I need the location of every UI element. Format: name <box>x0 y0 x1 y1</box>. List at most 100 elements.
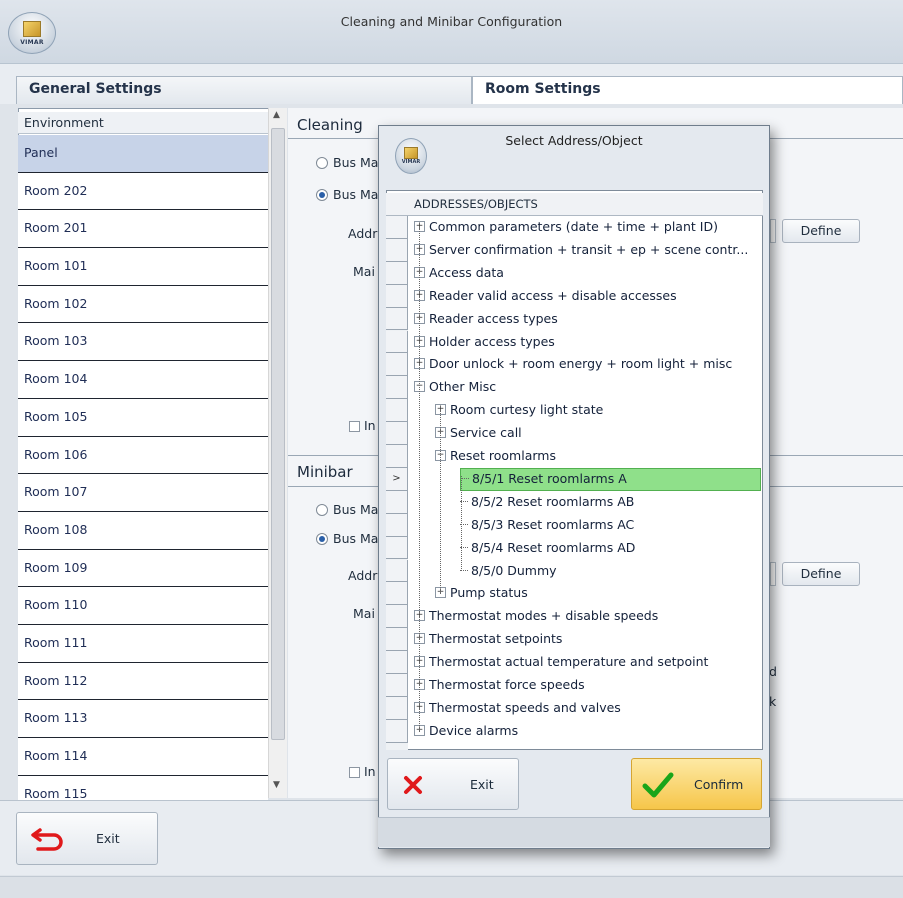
cleaning-radio-1[interactable] <box>316 157 328 169</box>
cleaning-checkbox[interactable] <box>349 421 360 432</box>
tree-node[interactable]: 8/5/2 Reset roomlarms AB <box>460 491 634 514</box>
tree-node[interactable]: 8/5/0 Dummy <box>460 560 557 583</box>
row-header[interactable] <box>386 696 408 720</box>
tree-node[interactable]: + Thermostat setpoints <box>414 628 562 651</box>
tree-node[interactable]: + Service call <box>435 422 522 445</box>
tree-node[interactable]: + Door unlock + room energy + room light … <box>414 353 732 376</box>
row-header[interactable] <box>386 674 408 697</box>
x-icon <box>404 776 422 794</box>
minibar-define-button[interactable]: Define <box>782 562 860 586</box>
environment-item[interactable]: Room 105 <box>18 398 268 437</box>
minibar-address-field[interactable] <box>770 562 776 586</box>
scroll-up-icon[interactable]: ▲ <box>273 110 280 120</box>
minibar-radio-1[interactable] <box>316 504 328 516</box>
confirm-button[interactable]: Confirm <box>631 758 762 810</box>
row-header[interactable] <box>386 605 408 629</box>
environment-item[interactable]: Room 101 <box>18 248 268 286</box>
row-header[interactable] <box>386 513 408 537</box>
row-header[interactable] <box>386 399 408 423</box>
minibar-checkbox[interactable] <box>349 767 360 778</box>
dialog-footer <box>378 817 770 847</box>
tree-node-label: Reset roomlarms <box>450 448 556 463</box>
cleaning-address-label: Addr <box>348 226 378 241</box>
tree-node-label: Server confirmation + transit + ep + sce… <box>429 241 749 257</box>
scroll-down-icon[interactable]: ▼ <box>273 780 280 790</box>
row-header[interactable] <box>386 536 408 560</box>
environment-item[interactable]: Room 111 <box>18 624 268 663</box>
tree-node-label: Service call <box>450 425 522 441</box>
row-header[interactable] <box>386 445 408 468</box>
back-arrow-icon <box>31 828 63 851</box>
row-header[interactable] <box>386 353 408 377</box>
row-header[interactable] <box>386 284 408 308</box>
row-header[interactable] <box>386 376 408 400</box>
tree-node-label: Holder access types <box>429 333 555 349</box>
environment-item[interactable]: Room 103 <box>18 323 268 362</box>
row-header[interactable] <box>386 216 408 239</box>
cleaning-checkbox-label: In <box>364 418 376 433</box>
tree-node[interactable]: + Pump status <box>435 582 528 605</box>
environment-item[interactable]: Room 107 <box>18 474 268 512</box>
minibar-radio-2[interactable] <box>316 533 328 545</box>
row-header[interactable] <box>386 261 408 285</box>
environment-item[interactable]: Room 201 <box>18 210 268 249</box>
row-header[interactable] <box>386 307 408 331</box>
row-pointer-icon[interactable]: > <box>386 467 408 491</box>
tab-room-settings[interactable]: Room Settings <box>472 76 903 104</box>
cleaning-address-field[interactable] <box>770 219 776 243</box>
tree-node[interactable]: + Device alarms <box>414 720 518 743</box>
row-header[interactable] <box>386 628 408 652</box>
row-header[interactable] <box>386 719 408 743</box>
minibar-radio-1-label: Bus Ma <box>333 502 379 517</box>
tree-node[interactable]: − Other Misc <box>414 376 496 399</box>
tree-node[interactable]: − Reset roomlarms <box>435 445 556 468</box>
dialog-logo-text: VIMAR <box>401 159 421 165</box>
scroll-thumb[interactable] <box>271 128 285 740</box>
environment-item[interactable]: Room 106 <box>18 436 268 475</box>
tree-guide-level-1 <box>440 411 441 595</box>
tree-node[interactable]: + Reader valid access + disable accesses <box>414 285 677 308</box>
tree-node[interactable]: + Room curtesy light state <box>435 399 603 422</box>
environment-item[interactable]: Room 202 <box>18 172 268 211</box>
row-header[interactable] <box>386 559 408 583</box>
environment-item[interactable]: Room 108 <box>18 511 268 550</box>
tree-node[interactable]: + Common parameters (date + time + plant … <box>414 216 718 239</box>
cleaning-define-button[interactable]: Define <box>782 219 860 243</box>
tree-node-label: Door unlock + room energy + room light +… <box>429 356 733 372</box>
environment-item[interactable]: Room 113 <box>18 700 268 738</box>
tree-node[interactable]: + Thermostat modes + disable speeds <box>414 605 658 628</box>
tree-node[interactable]: + Thermostat speeds and valves <box>414 697 621 720</box>
tree-node[interactable]: + Thermostat actual temperature and setpo… <box>414 651 708 674</box>
environment-item[interactable]: Room 110 <box>18 587 268 625</box>
row-header[interactable] <box>386 238 408 262</box>
row-header[interactable] <box>386 422 408 445</box>
tree-node[interactable]: + Reader access types <box>414 308 558 331</box>
environment-header: Environment <box>18 112 268 134</box>
environment-item[interactable]: Room 104 <box>18 361 268 399</box>
row-header[interactable] <box>386 490 408 514</box>
environment-list: Panel Room 202 Room 201 Room 101 Room 102 Roo… <box>18 135 268 814</box>
tree-node[interactable]: + Holder access types <box>414 331 555 354</box>
environment-item[interactable]: Room 112 <box>18 662 268 701</box>
environment-item[interactable]: Room 102 <box>18 285 268 324</box>
tree-node-label: 8/5/2 Reset roomlarms AB <box>471 493 635 509</box>
exit-button[interactable]: Exit <box>16 812 158 865</box>
tree-node[interactable]: 8/5/4 Reset roomlarms AD <box>460 537 635 560</box>
row-header[interactable] <box>386 330 408 354</box>
environment-scrollbar[interactable]: ▲ ▼ <box>268 108 287 798</box>
confirm-label: Confirm <box>694 777 744 792</box>
tree-node[interactable]: + Thermostat force speeds <box>414 674 585 697</box>
dialog-exit-button[interactable]: Exit <box>387 758 519 810</box>
cleaning-radio-2[interactable] <box>316 189 328 201</box>
tree-node[interactable]: 8/5/1 Reset roomlarms A <box>460 467 761 491</box>
environment-item[interactable]: Room 114 <box>18 738 268 776</box>
row-header[interactable] <box>386 651 408 674</box>
tree-node[interactable]: + Server confirmation + transit + ep + sc… <box>414 239 748 262</box>
tree-node[interactable]: 8/5/3 Reset roomlarms AC <box>460 514 634 537</box>
environment-item[interactable]: Panel <box>18 135 268 173</box>
environment-item[interactable]: Room 109 <box>18 549 268 588</box>
tree-node[interactable]: + Access data <box>414 262 504 285</box>
row-header[interactable] <box>386 582 408 606</box>
minibar-partial-text-1: d <box>769 664 777 679</box>
tab-general-settings[interactable]: General Settings <box>16 76 472 104</box>
